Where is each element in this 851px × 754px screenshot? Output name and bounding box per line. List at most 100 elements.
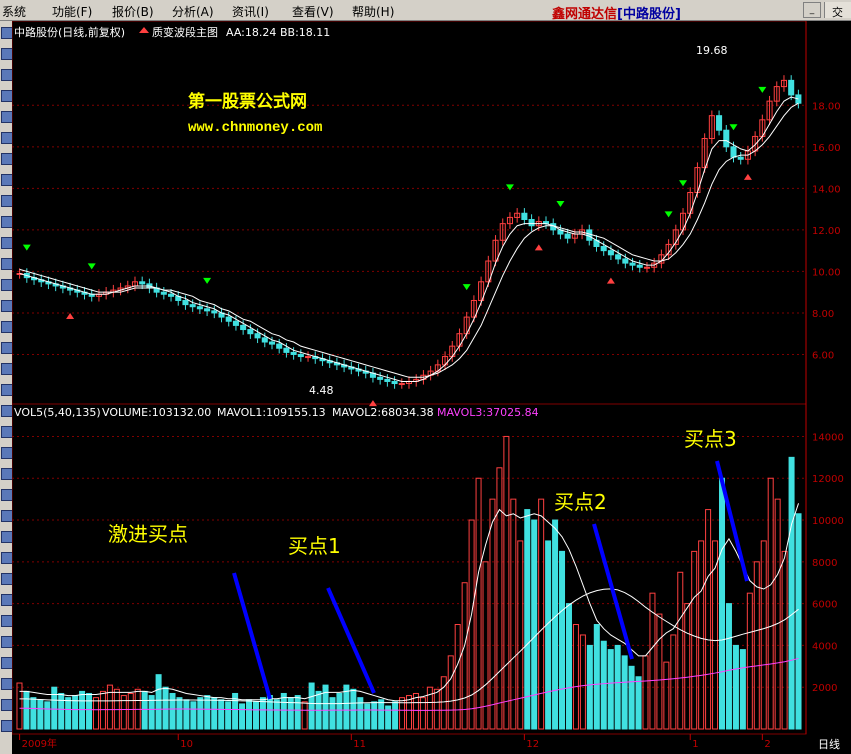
volume-bar <box>559 550 566 730</box>
volume-bar <box>86 692 93 730</box>
volume-bar <box>211 697 218 730</box>
candle-body <box>528 219 535 227</box>
candle-body <box>607 250 614 256</box>
menu-help[interactable]: 帮助(H) <box>352 3 394 20</box>
brand-sub: [中路股份] <box>617 7 681 22</box>
volume-bar <box>183 699 190 730</box>
volume-tick-label: 12000 <box>812 474 844 485</box>
volume-bar <box>162 686 169 730</box>
volume-bar <box>336 692 343 730</box>
candle-body <box>716 115 723 131</box>
candle-body <box>305 356 312 359</box>
volume-bar <box>635 676 642 730</box>
price-tick-label: 6.00 <box>812 350 834 361</box>
volume-bar <box>51 686 58 730</box>
price-tick-label: 18.00 <box>812 101 841 112</box>
volume-bar <box>607 649 614 730</box>
volume-tick-label: 4000 <box>812 641 837 652</box>
candle-body <box>564 233 571 239</box>
vol-label: VOL5(5,40,135) <box>14 406 101 419</box>
mavol2-label: MAVOL2:68034.38 <box>332 406 434 419</box>
stock-title: 中路股份(日线,前复权) <box>14 25 125 39</box>
volume-label: VOLUME:103132.00 <box>102 406 211 419</box>
candle-body <box>283 347 290 353</box>
buy1-label: 买点1 <box>288 534 341 558</box>
menu-function[interactable]: 功能(F) <box>52 3 92 20</box>
price-tick-label: 12.00 <box>812 226 841 237</box>
volume-tick-label: 14000 <box>812 432 844 443</box>
brand-title: 鑫网通达信[中路股份] <box>552 3 681 22</box>
low-label: 4.48 <box>309 384 334 397</box>
volume-panel <box>12 403 807 735</box>
candle-body <box>204 308 211 312</box>
candle-body <box>196 306 203 310</box>
volume-bar <box>614 644 621 730</box>
left-toolbar <box>0 21 13 754</box>
candle-body <box>225 316 232 322</box>
volume-bar <box>252 701 259 730</box>
price-y-ticks: 6.00 8.00 10.00 12.00 14.00 16.00 18.00 <box>812 101 841 361</box>
right-tab[interactable]: 交 <box>824 2 851 19</box>
candle-body <box>521 212 528 220</box>
volume-bar <box>628 665 635 730</box>
volume-bar <box>788 456 795 730</box>
candle-body <box>788 79 795 96</box>
minimize-button[interactable]: _ <box>803 2 821 18</box>
mavol3-label: MAVOL3:37025.84 <box>437 406 539 419</box>
volume-bar <box>545 540 552 730</box>
volume-bar <box>350 688 357 730</box>
menu-view[interactable]: 查看(V) <box>292 3 334 20</box>
candle-body <box>391 380 398 385</box>
aggressive-buy-label: 激进买点 <box>108 522 188 546</box>
candle-body <box>636 264 643 268</box>
candle-body <box>377 376 384 380</box>
volume-bar <box>621 655 628 730</box>
volume-bar <box>141 690 148 730</box>
volume-bar <box>197 697 204 730</box>
candle-body <box>247 329 254 335</box>
candle-body <box>622 258 629 264</box>
volume-bar <box>795 513 802 730</box>
menu-system[interactable]: 系统 <box>2 3 26 20</box>
buy3-label: 买点3 <box>684 427 737 451</box>
volume-bar <box>294 695 301 730</box>
candle-body <box>629 262 636 266</box>
volume-bar <box>30 697 37 730</box>
candle-body <box>398 383 405 386</box>
volume-bar <box>280 692 287 730</box>
volume-bar <box>37 699 44 730</box>
buy2-label: 买点2 <box>554 490 607 514</box>
candle-body <box>586 229 593 241</box>
volume-bar <box>190 701 197 730</box>
volume-bar <box>65 697 72 730</box>
candle-body <box>139 281 146 285</box>
volume-tick-label: 2000 <box>812 683 837 694</box>
volume-bar <box>586 644 593 730</box>
x-tick-label: 10 <box>180 739 193 750</box>
price-tick-label: 10.00 <box>812 267 841 278</box>
menu-info[interactable]: 资讯(I) <box>232 3 269 20</box>
volume-bar <box>322 684 329 730</box>
volume-bar <box>531 519 538 730</box>
volume-bar <box>239 703 246 730</box>
candle-body <box>297 353 304 358</box>
price-tick-label: 14.00 <box>812 184 841 195</box>
candle-body <box>160 291 167 295</box>
volume-bar <box>385 705 392 730</box>
candle-body <box>384 378 391 382</box>
volume-bar <box>739 649 746 730</box>
volume-bar <box>308 682 315 730</box>
volume-bar <box>58 692 65 730</box>
x-tick-label: 2 <box>764 739 770 750</box>
candle-body <box>730 146 737 158</box>
volume-bar <box>364 703 371 730</box>
candle-body <box>182 299 189 306</box>
x-ticks: 2009年 10 11 12 1 2 <box>19 734 771 750</box>
menu-quote[interactable]: 报价(B) <box>112 3 154 20</box>
volume-bar <box>23 690 30 730</box>
volume-bar <box>378 699 385 730</box>
candle-body <box>276 343 283 349</box>
menu-analysis[interactable]: 分析(A) <box>172 3 214 20</box>
watermark-title: 第一股票公式网 <box>188 91 307 112</box>
volume-bar <box>266 695 273 730</box>
